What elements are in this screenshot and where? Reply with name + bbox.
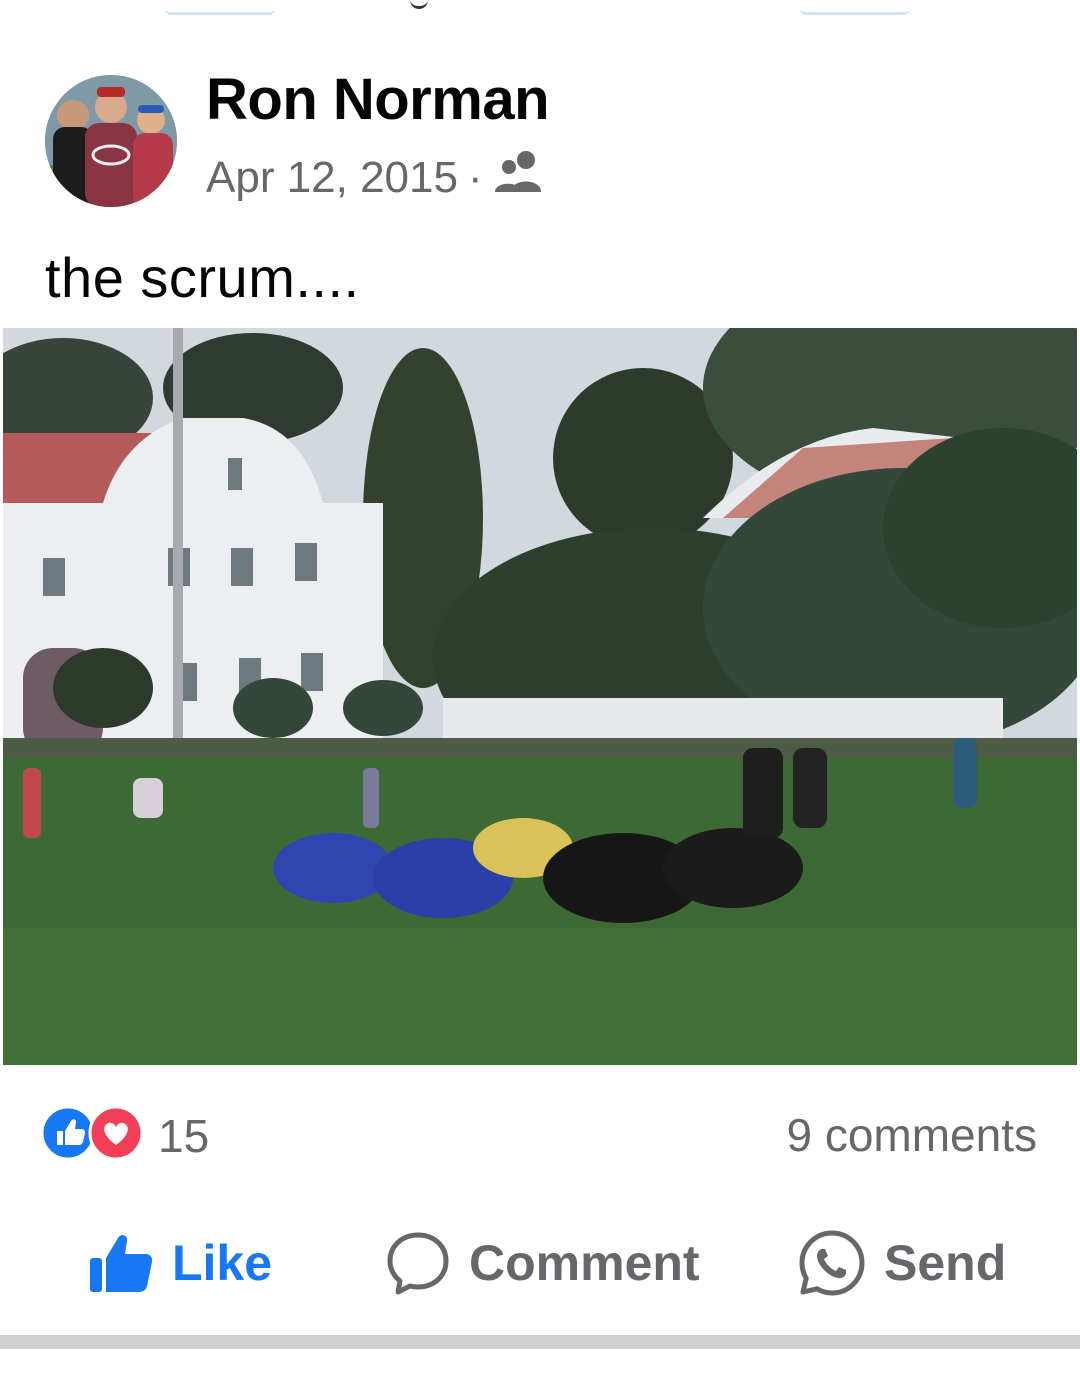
- author-avatar[interactable]: [45, 75, 177, 207]
- post-text: the scrum....: [45, 246, 360, 309]
- top-glyph-stub: [410, 0, 428, 9]
- comment-button[interactable]: Comment: [385, 1215, 700, 1310]
- thumbs-up-icon: [90, 1234, 153, 1292]
- meta-separator: ·: [467, 152, 483, 202]
- post-date[interactable]: Apr 12, 2015: [206, 153, 458, 203]
- post-meta: Apr 12, 2015 ·: [206, 150, 545, 205]
- reaction-count: 15: [158, 1109, 210, 1162]
- comment-bubble-icon: [387, 1232, 449, 1294]
- author-name[interactable]: Ron Norman: [206, 66, 550, 133]
- like-label: Like: [172, 1234, 273, 1291]
- reaction-summary[interactable]: 15: [40, 1105, 209, 1166]
- like-button[interactable]: Like: [88, 1215, 272, 1310]
- comment-label: Comment: [469, 1234, 700, 1291]
- love-reaction-icon: [88, 1105, 144, 1166]
- top-tab-stub-right: [800, 0, 910, 15]
- action-bar: Like Comment Send: [0, 1215, 1080, 1310]
- whatsapp-icon: [799, 1230, 865, 1295]
- send-button[interactable]: Send: [798, 1215, 1006, 1310]
- post-divider: [0, 1335, 1080, 1349]
- friends-icon[interactable]: [493, 150, 545, 205]
- post-photo[interactable]: [3, 328, 1077, 1065]
- top-tab-stub-left: [165, 0, 275, 15]
- send-label: Send: [884, 1234, 1007, 1291]
- comments-count[interactable]: 9 comments: [786, 1108, 1037, 1162]
